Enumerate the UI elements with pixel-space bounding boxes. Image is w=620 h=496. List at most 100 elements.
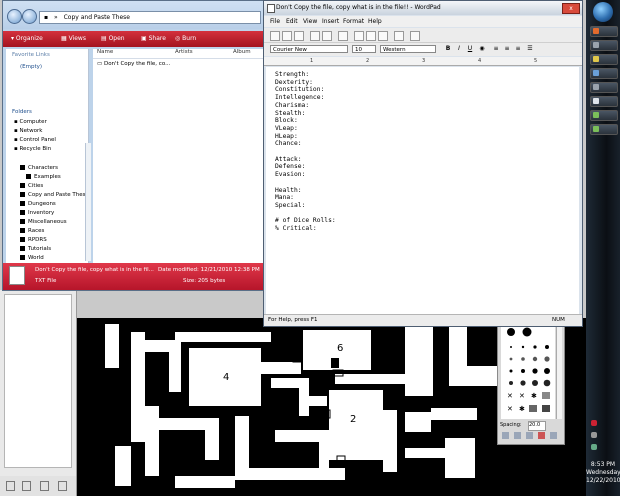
command-bar: ▾ Organize ▦ Views ▤ Open ▣ Share ◎ Burn [3,31,265,47]
text-file-icon: ▭ [97,61,104,67]
nav-item-recycle-bin[interactable]: ▪ Recycle Bin [14,146,51,152]
doc-line: Health: [275,186,302,194]
folder-item-tutorials[interactable]: Tutorials [20,246,51,252]
copy-icon[interactable] [366,31,376,41]
doc-line: Evasion: [275,171,306,179]
folders-heading[interactable]: Folders [12,109,32,115]
nav-item-network[interactable]: ▪ Network [14,128,42,134]
menu-bar: File Edit View Insert Format Help [264,16,582,27]
organize-button[interactable]: ▾ Organize [11,35,43,42]
folder-item-cities[interactable]: Cities [20,183,43,189]
duplicate-brush-icon[interactable] [526,432,533,439]
paste-icon[interactable] [378,31,388,41]
find-icon[interactable] [338,31,348,41]
align-right-icon[interactable]: ≡ [514,45,522,53]
forward-icon[interactable] [22,9,37,24]
column-header-artists[interactable]: Artists [175,49,193,55]
app-icon [593,112,599,118]
menu-format[interactable]: Format [343,18,364,25]
menu-view[interactable]: View [303,18,317,25]
breadcrumb-chevron-icon[interactable]: » [54,14,58,21]
folder-item-races[interactable]: Races [20,228,44,234]
share-label: Share [148,35,166,42]
file-row[interactable]: ▭ Don't Copy the file, co... [97,61,173,70]
folder-item-characters[interactable]: Characters [20,165,58,171]
burn-button[interactable]: ◎ Burn [175,35,196,42]
align-center-icon[interactable]: ≡ [503,45,511,53]
taskbar-button-5[interactable] [590,82,618,93]
menu-help[interactable]: Help [368,18,382,25]
refresh-brush-icon[interactable] [550,432,557,439]
color-icon[interactable]: ◉ [478,45,486,53]
underline-button[interactable]: U [466,45,474,53]
brush-scrollbar[interactable] [556,325,562,419]
menu-edit[interactable]: Edit [286,18,298,25]
save-icon[interactable] [6,481,15,491]
clock[interactable]: 8:53 PM Wednesday 12/22/2010 [586,461,620,485]
back-icon[interactable] [7,9,22,24]
open-icon[interactable] [282,31,292,41]
close-button[interactable]: x [562,3,580,14]
folder-item-dungeons[interactable]: Dungeons [20,201,56,207]
print-icon[interactable] [310,31,320,41]
edit-brush-icon[interactable] [502,432,509,439]
date-time-icon[interactable] [410,31,420,41]
italic-button[interactable]: I [455,45,463,53]
align-left-icon[interactable]: ≡ [492,45,500,53]
views-button[interactable]: ▦ Views [61,35,86,42]
open-button[interactable]: ▤ Open [101,35,125,42]
title-bar[interactable]: Don't Copy the file, copy what is in the… [264,1,582,15]
cut-icon[interactable] [354,31,364,41]
nav-item-control-panel[interactable]: ▪ Control Panel [14,137,56,143]
bullets-icon[interactable]: ☰ [526,45,534,53]
print-preview-icon[interactable] [322,31,332,41]
taskbar-button-7[interactable] [590,110,618,121]
doc-line: Defense: [275,163,306,171]
folder-item-examples[interactable]: Examples [26,174,61,180]
document-area[interactable]: Strength: Dexterity: Constitution: Intel… [266,67,579,314]
tray-icon[interactable] [591,444,597,450]
address-bar[interactable]: ▪ » Copy and Paste These [39,11,261,24]
ruler[interactable]: 1 2 3 4 5 [264,57,582,66]
restore-icon[interactable] [22,481,31,491]
bold-button[interactable]: B [444,45,452,53]
brush-grid[interactable]: ✕ ✕ ✱ ✕ ✱ [501,325,555,419]
details-date-modified: Date modified: 12/21/2010 12:38 PM [158,267,260,273]
nav-item-computer[interactable]: ▪ Computer [14,119,47,125]
save-icon[interactable] [294,31,304,41]
column-header-name[interactable]: Name [97,49,113,55]
undo-icon[interactable] [394,31,404,41]
taskbar-button-8[interactable] [590,124,618,135]
reset-icon[interactable] [58,481,67,491]
new-icon[interactable] [270,31,280,41]
taskbar-button-1[interactable] [590,26,618,37]
new-brush-icon[interactable] [514,432,521,439]
taskbar-button-6[interactable] [590,96,618,107]
folders-scrollbar[interactable] [85,143,91,261]
volume-tray-icon[interactable] [591,432,597,438]
menu-file[interactable]: File [270,18,280,25]
delete-icon[interactable] [40,481,49,491]
delete-brush-icon[interactable] [538,432,545,439]
folder-item-miscellaneous[interactable]: Miscellaneous [20,219,67,225]
start-orb-icon[interactable] [593,2,613,22]
column-header-album[interactable]: Album [233,49,251,55]
taskbar-button-2[interactable] [590,40,618,51]
spacing-value[interactable]: 20.0 [528,421,546,431]
taskbar-button-4[interactable] [590,68,618,79]
share-button[interactable]: ▣ Share [141,35,166,42]
folder-item-world[interactable]: World [20,255,44,261]
format-toolbar: Courier New 10 Western B I U ◉ ≡ ≡ ≡ ☰ [264,43,582,56]
folder-item-copy-and-paste[interactable]: Copy and Paste These [20,192,89,198]
size-select[interactable]: 10 [352,45,376,53]
folder-item-rpdrs[interactable]: RPDRS [20,237,47,243]
network-tray-icon[interactable] [591,420,597,426]
nav-item-label: Computer [19,119,47,125]
menu-insert[interactable]: Insert [322,18,339,25]
folder-item-inventory[interactable]: Inventory [20,210,54,216]
taskbar-button-3[interactable] [590,54,618,65]
toolbox-panel [4,294,72,468]
font-select[interactable]: Courier New [270,45,348,53]
script-select[interactable]: Western [380,45,436,53]
app-icon [593,70,599,76]
